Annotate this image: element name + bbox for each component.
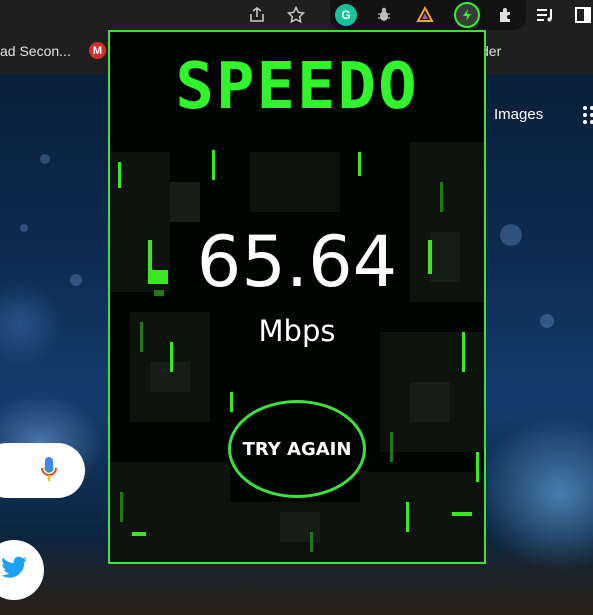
speedo-popup: SPEEDO 65.64 Mbps TRY AGAIN	[108, 30, 486, 564]
reading-list-icon[interactable]	[535, 4, 557, 26]
twitter-icon	[0, 556, 28, 582]
share-icon[interactable]	[246, 4, 268, 26]
speedo-logo: SPEEDO	[175, 50, 419, 124]
ads-extension-icon[interactable]	[414, 4, 436, 26]
images-link[interactable]: Images	[494, 106, 543, 123]
bug-extension-icon[interactable]	[373, 4, 395, 26]
speedo-extension-icon[interactable]	[454, 2, 480, 28]
bookmark-item[interactable]: ad Secon...	[0, 43, 71, 59]
grammarly-icon[interactable]: G	[335, 4, 357, 26]
side-panel-icon[interactable]	[572, 4, 593, 26]
puzzle-extensions-icon[interactable]	[495, 4, 517, 26]
browser-toolbar: G	[0, 0, 593, 30]
gmail-letter: M	[92, 44, 103, 57]
speed-value: 65.64	[196, 221, 398, 303]
apps-grid-icon[interactable]	[580, 106, 593, 124]
speed-unit: Mbps	[258, 314, 336, 348]
mic-icon[interactable]	[39, 456, 59, 484]
star-icon[interactable]	[285, 4, 307, 26]
try-again-button[interactable]: TRY AGAIN	[228, 400, 366, 498]
gmail-bookmark-icon[interactable]: M	[89, 42, 106, 59]
grammarly-letter: G	[341, 8, 351, 22]
